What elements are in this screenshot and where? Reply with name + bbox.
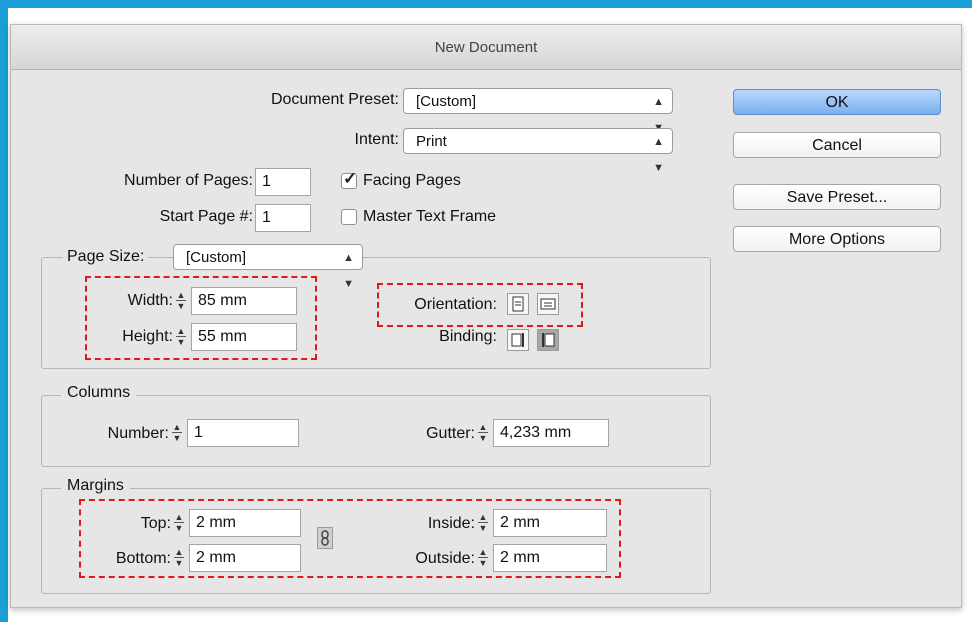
dialog-title: New Document — [434, 39, 538, 56]
gutter-label: Gutter: — [426, 425, 475, 442]
columns-number-stepper[interactable]: ▲ ▼ — [171, 422, 183, 444]
gutter-field[interactable]: 4,233 mm — [493, 419, 609, 447]
page-size-dimensions-highlight — [85, 276, 317, 360]
binding-label: Binding: — [439, 328, 497, 345]
right-to-left-binding-icon[interactable] — [537, 329, 559, 351]
select-arrows-icon: ▲▼ — [653, 136, 664, 174]
master-text-frame-checkbox[interactable] — [341, 209, 357, 225]
ok-button[interactable]: OK — [733, 89, 941, 115]
page-size-label: Page Size: — [63, 248, 149, 266]
facing-pages-checkbox[interactable]: ✓ — [341, 169, 357, 189]
number-of-pages-field[interactable]: 1 — [255, 168, 311, 196]
document-preset-label: Document Preset: — [270, 91, 399, 108]
page-size-value: [Custom] — [186, 249, 247, 266]
columns-title: Columns — [61, 384, 137, 402]
columns-number-field[interactable]: 1 — [187, 419, 299, 447]
new-document-dialog: New Document Document Preset: [Custom] ▲… — [10, 24, 962, 608]
cancel-button[interactable]: Cancel — [733, 132, 941, 158]
columns-number-label: Number: — [107, 425, 169, 442]
title-bar[interactable]: New Document — [11, 25, 961, 70]
intent-select[interactable]: Print ▲ ▼ — [403, 128, 673, 174]
gutter-stepper[interactable]: ▲ ▼ — [477, 422, 489, 444]
start-page-field[interactable]: 1 — [255, 204, 311, 232]
left-to-right-binding-icon[interactable] — [507, 329, 529, 351]
intent-label: Intent: — [354, 131, 399, 148]
orientation-highlight — [377, 283, 583, 327]
document-preset-value: [Custom] — [416, 93, 477, 110]
more-options-button[interactable]: More Options — [733, 226, 941, 252]
page-size-select[interactable]: [Custom] ▲ ▼ — [173, 244, 363, 290]
save-preset-button[interactable]: Save Preset... — [733, 184, 941, 210]
checkmark-icon: ✓ — [343, 169, 358, 188]
intent-value: Print — [416, 133, 447, 150]
margins-highlight — [79, 499, 621, 578]
number-of-pages-label: Number of Pages: — [124, 172, 253, 189]
margins-title: Margins — [61, 477, 130, 495]
master-text-frame-label: Master Text Frame — [363, 208, 497, 225]
document-preset-select[interactable]: [Custom] ▲▼ — [403, 88, 673, 134]
facing-pages-label: Facing Pages — [363, 172, 461, 189]
select-arrows-icon: ▲▼ — [343, 252, 354, 290]
start-page-label: Start Page #: — [159, 208, 253, 225]
